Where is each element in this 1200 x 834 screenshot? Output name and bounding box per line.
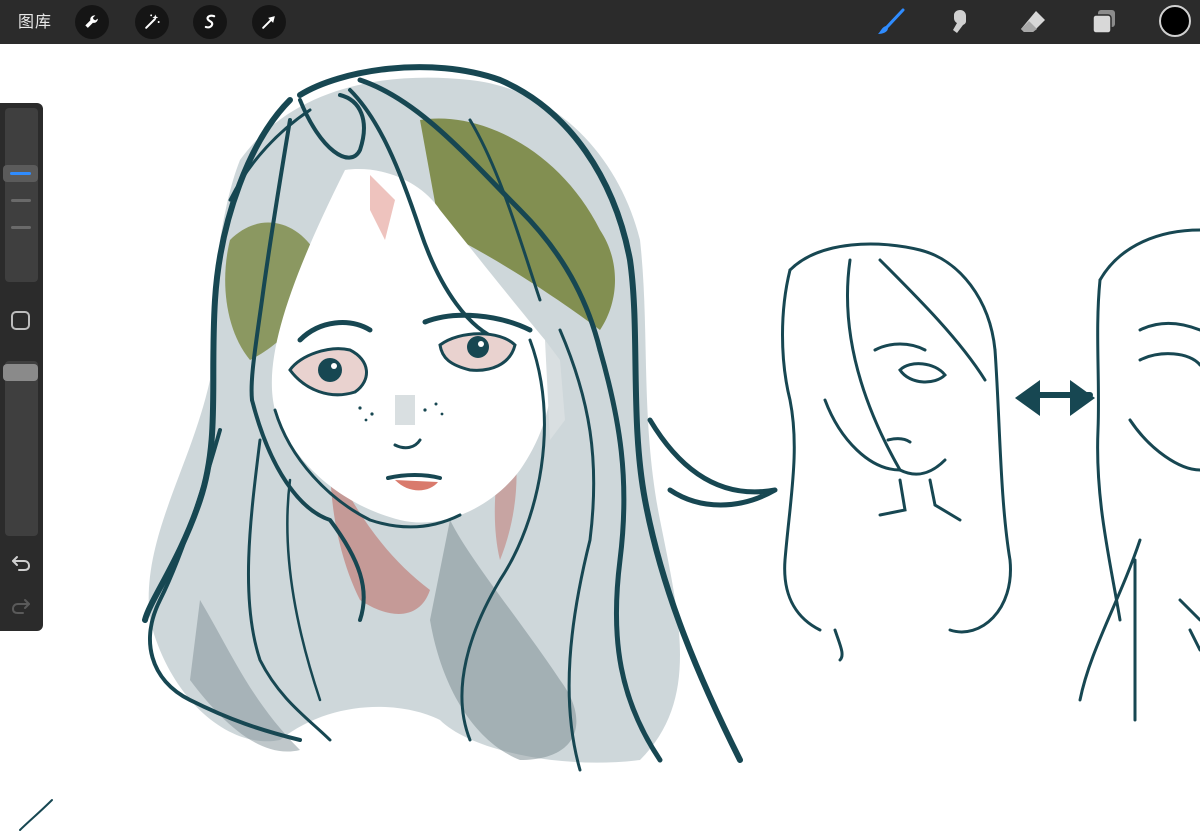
- adjustments-button[interactable]: [135, 5, 169, 39]
- eraser-icon: [1021, 11, 1045, 32]
- transform-button[interactable]: [252, 5, 286, 39]
- modify-square-icon[interactable]: [11, 311, 30, 330]
- eraser-tool-button[interactable]: [1015, 4, 1051, 40]
- gallery-button[interactable]: 图库: [18, 11, 52, 33]
- cropped-sketch: [1078, 228, 1200, 722]
- undo-icon[interactable]: [9, 550, 33, 574]
- color-picker-swatch[interactable]: [1159, 5, 1191, 37]
- drawing-canvas[interactable]: [0, 44, 1200, 834]
- layers-button[interactable]: [1086, 4, 1122, 40]
- brush-cursor-icon: [19, 799, 53, 831]
- selection-button[interactable]: [193, 5, 227, 39]
- top-toolbar: 图库: [0, 0, 1200, 44]
- opacity-slider[interactable]: [3, 364, 38, 381]
- smudge-tool-button[interactable]: [943, 4, 979, 40]
- wrench-icon: [85, 15, 98, 28]
- redo-icon[interactable]: [9, 593, 33, 617]
- line-sketch: [781, 242, 1093, 662]
- actions-button[interactable]: [75, 5, 109, 39]
- left-sidebar: [0, 103, 43, 631]
- selection-s-icon: [204, 14, 216, 29]
- brush-size-track[interactable]: [5, 108, 38, 282]
- smudge-icon: [953, 10, 966, 33]
- paint-tool-button[interactable]: [873, 4, 909, 40]
- opacity-track[interactable]: [5, 361, 38, 536]
- brush-icon: [878, 8, 905, 34]
- portrait-painting: [142, 64, 778, 772]
- brush-size-slider[interactable]: [3, 165, 38, 182]
- size-tick: [11, 199, 31, 202]
- magic-wand-icon: [145, 14, 160, 29]
- transform-arrow-icon: [262, 16, 275, 29]
- layers-icon: [1092, 10, 1115, 34]
- size-tick: [11, 226, 31, 229]
